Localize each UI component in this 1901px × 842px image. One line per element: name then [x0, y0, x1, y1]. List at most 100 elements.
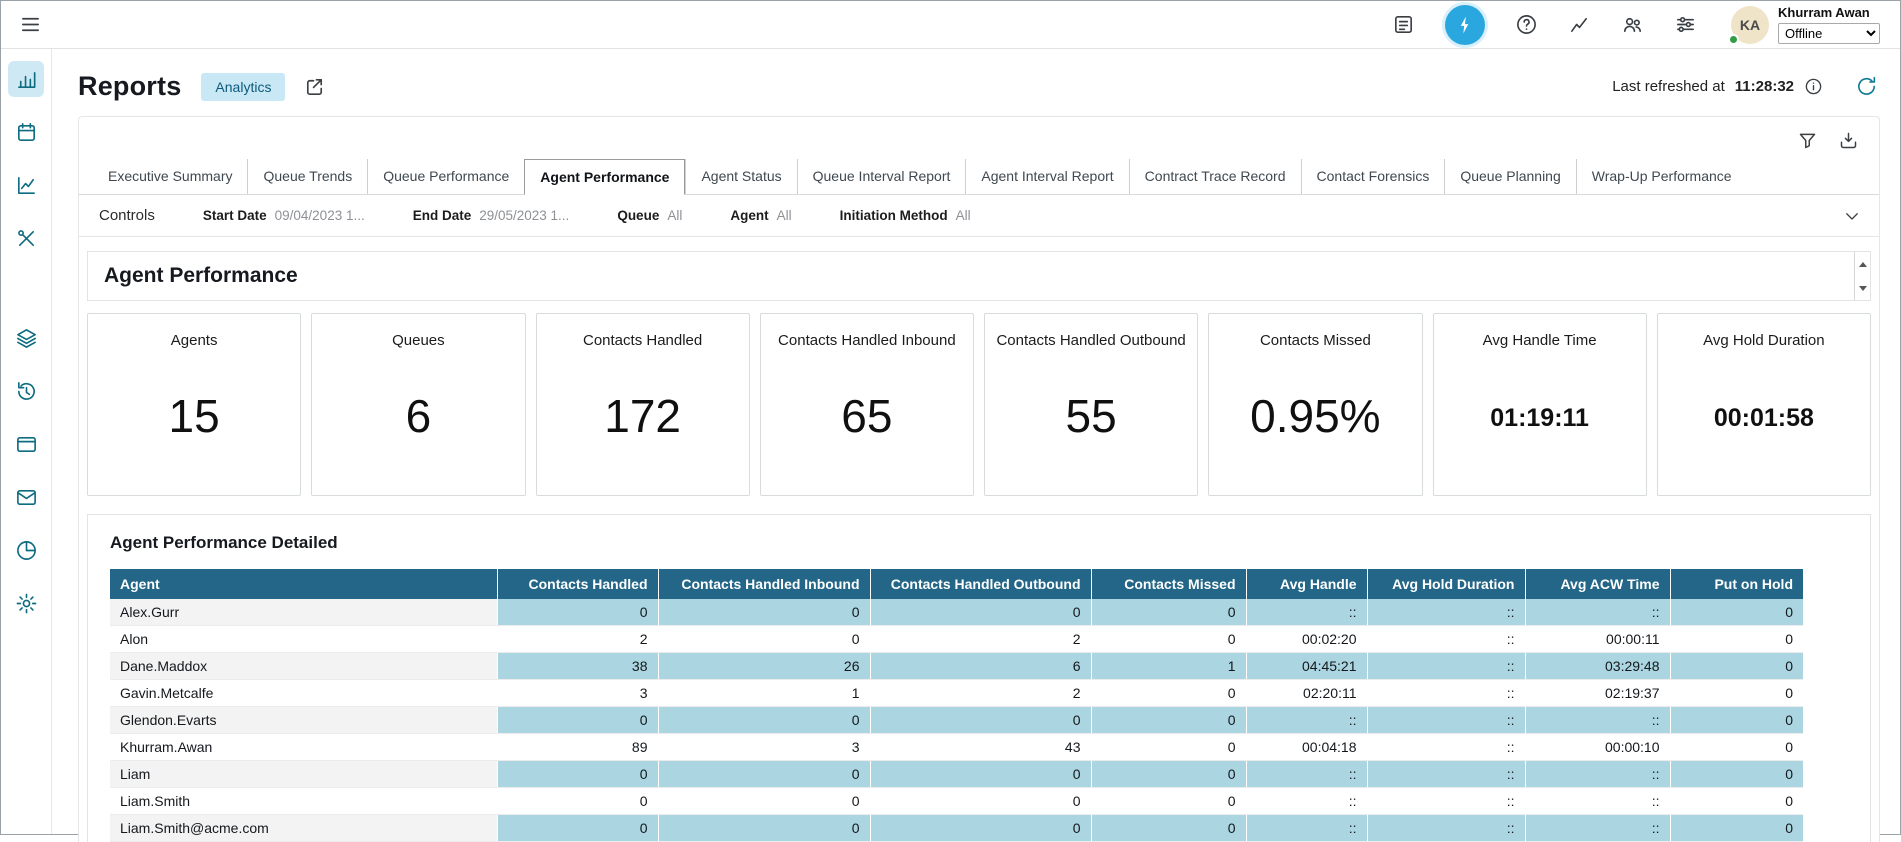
control-start-date[interactable]: Start Date09/04/2023 1...: [203, 208, 365, 223]
agent-performance-table: AgentContacts HandledContacts Handled In…: [110, 569, 1803, 842]
metric-cell: 0: [1091, 734, 1246, 761]
mail-icon[interactable]: [8, 479, 44, 515]
control-initiation-method[interactable]: Initiation MethodAll: [840, 208, 971, 223]
tab-queue-performance[interactable]: Queue Performance: [367, 159, 524, 194]
metric-cell: 0: [497, 761, 658, 788]
table-row: Alex.Gurr0000::::::0: [110, 599, 1803, 626]
metric-cell: 0: [658, 707, 870, 734]
tab-queue-planning[interactable]: Queue Planning: [1444, 159, 1575, 194]
section-title: Agent Performance: [88, 252, 298, 300]
agent-name-cell: Khurram.Awan: [110, 734, 497, 761]
agent-name-cell: Liam.Smith: [110, 788, 497, 815]
window-icon[interactable]: [8, 426, 44, 462]
metric-cell: 0: [1091, 680, 1246, 707]
control-end-date[interactable]: End Date29/05/2023 1...: [413, 208, 570, 223]
external-link-icon[interactable]: [303, 75, 326, 98]
metric-cell: 02:20:11: [1246, 680, 1367, 707]
metric-cell: 0: [1091, 761, 1246, 788]
table-row: Glendon.Evarts0000::::::0: [110, 707, 1803, 734]
tab-agent-interval-report[interactable]: Agent Interval Report: [965, 159, 1128, 194]
lightning-icon[interactable]: [1445, 5, 1485, 45]
gear-icon[interactable]: [8, 585, 44, 621]
agent-name-cell: Gavin.Metcalfe: [110, 680, 497, 707]
layers-icon[interactable]: [8, 320, 44, 356]
tab-contract-trace-record[interactable]: Contract Trace Record: [1129, 159, 1301, 194]
tab-agent-status[interactable]: Agent Status: [685, 159, 796, 194]
export-icon[interactable]: [1838, 130, 1859, 151]
metric-cell: ::: [1246, 815, 1367, 842]
column-header-avg-acw-time[interactable]: Avg ACW Time: [1525, 569, 1670, 599]
tab-executive-summary[interactable]: Executive Summary: [93, 159, 247, 194]
bar-chart-icon[interactable]: [8, 61, 44, 97]
agent-name-cell: Alon: [110, 626, 497, 653]
metric-cell: 0: [658, 626, 870, 653]
line-chart-icon[interactable]: [8, 167, 44, 203]
info-icon[interactable]: [1804, 77, 1823, 96]
help-icon[interactable]: [1515, 13, 1538, 36]
stepper-up-icon[interactable]: [1855, 252, 1870, 276]
kpi-avg-handle-time: Avg Handle Time01:19:11: [1433, 313, 1647, 496]
tab-agent-performance[interactable]: Agent Performance: [524, 159, 685, 195]
tab-contact-forensics[interactable]: Contact Forensics: [1301, 159, 1445, 194]
column-header-contacts-handled[interactable]: Contacts Handled: [497, 569, 658, 599]
users-icon[interactable]: [1621, 13, 1644, 36]
pie-chart-icon[interactable]: [8, 532, 44, 568]
kpi-contacts-handled: Contacts Handled172: [536, 313, 750, 496]
metric-cell: 00:02:20: [1246, 626, 1367, 653]
column-header-avg-handle[interactable]: Avg Handle: [1246, 569, 1367, 599]
section-header: Agent Performance: [87, 251, 1871, 301]
sidebar: [1, 49, 52, 834]
tab-queue-trends[interactable]: Queue Trends: [247, 159, 367, 194]
table-row: Alon202000:02:20::00:00:110: [110, 626, 1803, 653]
table-row: Liam.Smith0000::::::0: [110, 788, 1803, 815]
avatar[interactable]: KA: [1731, 6, 1769, 44]
metric-cell: 04:45:21: [1246, 653, 1367, 680]
tools-icon[interactable]: [8, 220, 44, 256]
metric-cell: ::: [1367, 680, 1525, 707]
metric-cell: ::: [1525, 788, 1670, 815]
calendar-icon[interactable]: [8, 114, 44, 150]
metric-cell: 2: [870, 680, 1091, 707]
column-header-contacts-missed[interactable]: Contacts Missed: [1091, 569, 1246, 599]
detail-section: Agent Performance Detailed AgentContacts…: [87, 514, 1871, 842]
control-queue[interactable]: QueueAll: [617, 208, 682, 223]
stepper-down-icon[interactable]: [1855, 276, 1870, 300]
metric-cell: 1: [658, 680, 870, 707]
column-header-contacts-handled-outbound[interactable]: Contacts Handled Outbound: [870, 569, 1091, 599]
agent-status-select[interactable]: Offline: [1778, 23, 1880, 44]
section-scroll-stepper[interactable]: [1854, 252, 1870, 300]
column-header-contacts-handled-inbound[interactable]: Contacts Handled Inbound: [658, 569, 870, 599]
notes-icon[interactable]: [1392, 13, 1415, 36]
history-icon[interactable]: [8, 373, 44, 409]
metric-cell: 03:29:48: [1525, 653, 1670, 680]
kpi-agents: Agents15: [87, 313, 301, 496]
metric-cell: 0: [497, 707, 658, 734]
metric-cell: 0: [1670, 788, 1803, 815]
report-card: Executive SummaryQueue TrendsQueue Perfo…: [78, 116, 1880, 842]
hamburger-menu-icon[interactable]: [19, 13, 42, 36]
column-header-put-on-hold[interactable]: Put on Hold: [1670, 569, 1803, 599]
metric-cell: 0: [1670, 707, 1803, 734]
metric-cell: 0: [870, 815, 1091, 842]
sliders-icon[interactable]: [1674, 13, 1697, 36]
last-refreshed-time: 11:28:32: [1735, 78, 1794, 95]
status-dot: [1728, 34, 1739, 45]
column-header-agent[interactable]: Agent: [110, 569, 497, 599]
metric-cell: ::: [1367, 599, 1525, 626]
metric-cell: 0: [497, 599, 658, 626]
kpi-avg-hold-duration: Avg Hold Duration00:01:58: [1657, 313, 1871, 496]
tab-queue-interval-report[interactable]: Queue Interval Report: [797, 159, 966, 194]
metric-cell: 0: [1670, 734, 1803, 761]
column-header-avg-hold-duration[interactable]: Avg Hold Duration: [1367, 569, 1525, 599]
metrics-icon[interactable]: [1568, 13, 1591, 36]
control-agent[interactable]: AgentAll: [730, 208, 791, 223]
chevron-down-icon[interactable]: [1843, 207, 1861, 225]
agent-name-cell: Dane.Maddox: [110, 653, 497, 680]
filter-icon[interactable]: [1797, 130, 1818, 151]
kpi-contacts-handled-inbound: Contacts Handled Inbound65: [760, 313, 974, 496]
analytics-badge: Analytics: [201, 73, 285, 101]
last-refreshed-label: Last refreshed at: [1612, 78, 1725, 95]
metric-cell: 6: [870, 653, 1091, 680]
refresh-icon[interactable]: [1855, 75, 1878, 98]
tab-wrap-up-performance[interactable]: Wrap-Up Performance: [1576, 159, 1747, 194]
